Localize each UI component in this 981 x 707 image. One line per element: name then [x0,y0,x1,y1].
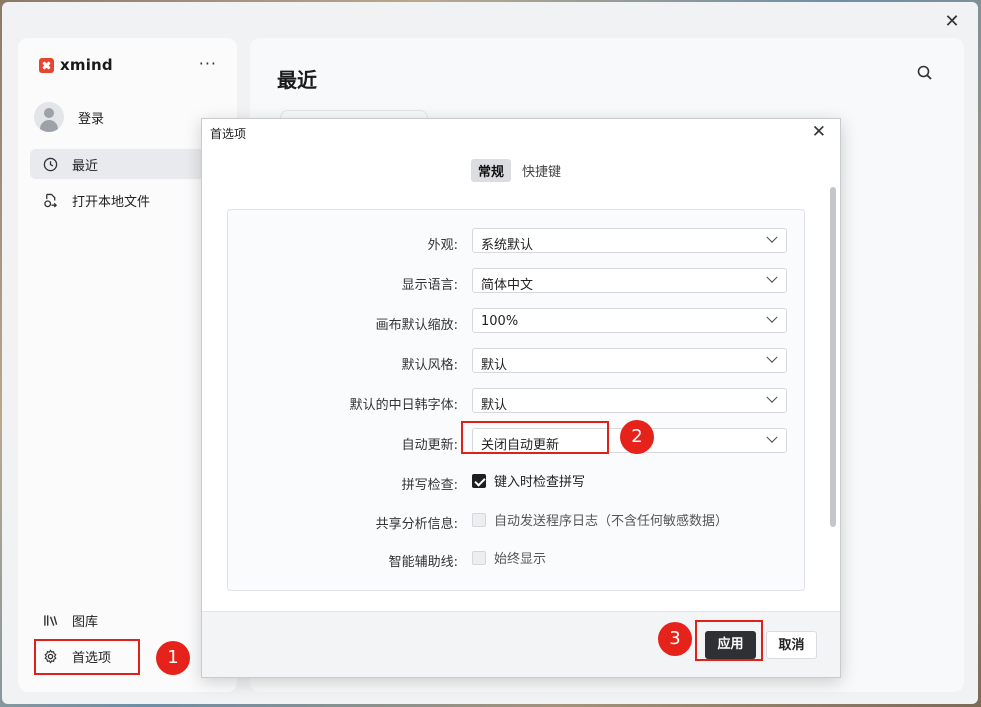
login-label: 登录 [78,111,105,127]
zoom-select[interactable]: 100% [472,308,787,333]
setting-row-style: 默认风格: 默认 [228,348,806,376]
dialog-tabs: 常规 快捷键 [471,159,568,182]
cjk-font-select[interactable]: 默认 [472,388,787,413]
sidebar-item-recent[interactable]: 最近 [30,149,225,179]
avatar [34,102,64,132]
checkbox-label: 始终显示 [494,552,547,567]
setting-label: 拼写检查: [401,478,458,493]
setting-label: 自动更新: [401,438,458,453]
select-value: 系统默认 [481,238,534,253]
checkbox-unchecked-icon [472,512,486,527]
setting-label: 显示语言: [401,278,458,293]
step-badge-1: 1 [156,641,190,675]
dialog-close-icon[interactable]: ✕ [812,122,826,142]
dialog-title: 首选项 [210,127,247,141]
xmind-logo-icon [39,57,54,73]
setting-row-cjk-font: 默认的中日韩字体: 默认 [228,388,806,416]
sidebar-item-label: 打开本地文件 [72,194,151,210]
brand-logo: xmind [39,56,113,74]
sidebar-item-label: 最近 [72,158,99,174]
clock-icon [42,156,58,172]
chevron-down-icon [766,231,778,243]
smart-guides-checkbox[interactable]: 始终显示 [472,548,546,567]
gear-icon [42,648,58,664]
chevron-down-icon [766,431,778,443]
setting-row-appearance: 外观: 系统默认 [228,228,806,256]
cancel-button[interactable]: 取消 [766,631,817,659]
analytics-checkbox[interactable]: 自动发送程序日志（不含任何敏感数据） [472,510,728,529]
page-title: 最近 [277,68,317,92]
step-badge-2: 2 [620,420,654,454]
select-value: 关闭自动更新 [481,438,560,453]
setting-row-zoom: 画布默认缩放: 100% [228,308,806,336]
setting-label: 智能辅助线: [388,555,458,570]
apply-button[interactable]: 应用 [705,631,756,659]
select-value: 简体中文 [481,278,534,293]
checkbox-label: 键入时检查拼写 [494,475,586,490]
settings-panel: 外观: 系统默认 显示语言: 简体中文 画布默认缩放: 100% 默认风格: 默… [227,209,805,591]
chevron-down-icon [766,351,778,363]
language-select[interactable]: 简体中文 [472,268,787,293]
select-value: 默认 [481,358,508,373]
setting-label: 画布默认缩放: [375,318,458,333]
tab-general[interactable]: 常规 [471,159,512,182]
checkbox-label: 自动发送程序日志（不含任何敏感数据） [494,514,729,529]
setting-row-auto-update: 自动更新: 关闭自动更新 [228,428,806,456]
sidebar-item-library[interactable]: 图库 [30,605,225,635]
dialog-footer: 应用 取消 [202,611,840,677]
setting-row-analytics: 共享分析信息: 自动发送程序日志（不含任何敏感数据） [228,507,806,535]
setting-label: 默认风格: [401,358,458,373]
chevron-down-icon [766,271,778,283]
more-options-icon[interactable]: ··· [199,54,217,73]
window-close-icon[interactable]: ✕ [942,12,962,32]
checkbox-unchecked-icon [472,550,486,565]
preferences-dialog: 首选项 ✕ 常规 快捷键 外观: 系统默认 显示语言: 简体中文 画布默认缩放:… [201,118,841,678]
dialog-scrollbar[interactable] [830,187,836,527]
setting-label: 默认的中日韩字体: [349,398,458,413]
appearance-select[interactable]: 系统默认 [472,228,787,253]
search-icon[interactable] [916,64,934,82]
setting-row-spellcheck: 拼写检查: 键入时检查拼写 [228,468,806,496]
tab-shortcuts[interactable]: 快捷键 [515,159,568,182]
select-value: 默认 [481,398,508,413]
sidebar-item-label: 图库 [72,614,99,630]
setting-label: 外观: [427,238,458,253]
checkbox-checked-icon [472,473,486,488]
select-value: 100% [481,314,519,329]
sidebar-item-label: 首选项 [72,650,112,666]
step-badge-3: 3 [658,622,692,656]
library-icon [42,612,58,628]
chevron-down-icon [766,391,778,403]
sidebar-item-preferences[interactable]: 首选项 [30,641,225,671]
setting-label: 共享分析信息: [375,517,458,532]
style-select[interactable]: 默认 [472,348,787,373]
spellcheck-checkbox[interactable]: 键入时检查拼写 [472,471,585,490]
sidebar-item-open-local-file[interactable]: 打开本地文件 [30,185,225,215]
chevron-down-icon [766,311,778,323]
brand-name: xmind [60,56,113,74]
setting-row-smart-guides: 智能辅助线: 始终显示 [228,545,806,573]
login-row[interactable]: 登录 [34,102,104,132]
open-file-icon [42,192,58,208]
setting-row-language: 显示语言: 简体中文 [228,268,806,296]
